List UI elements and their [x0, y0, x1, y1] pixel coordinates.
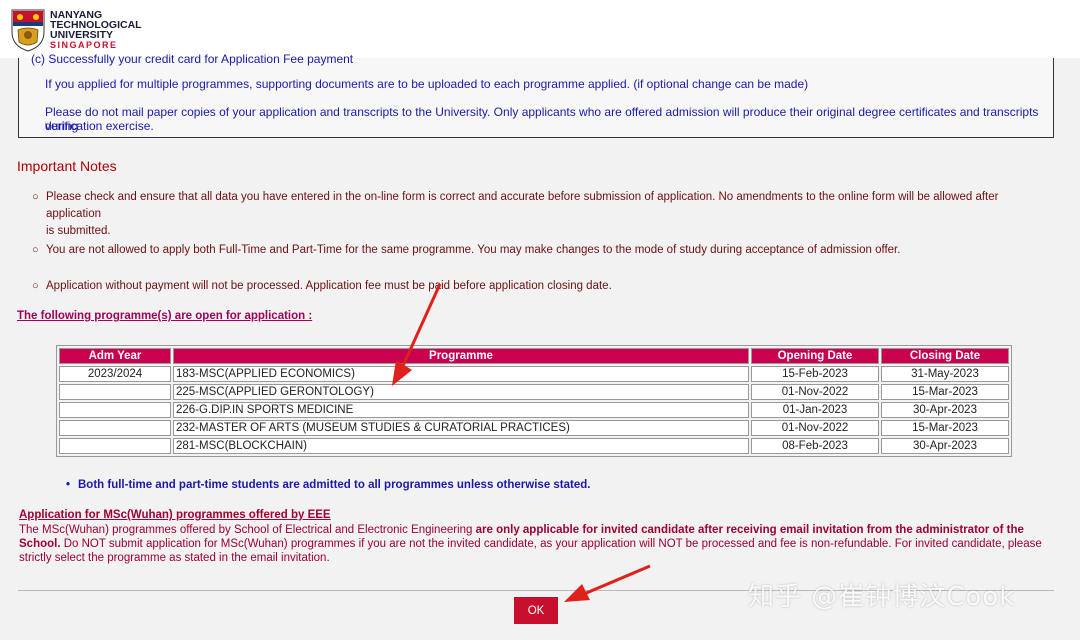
- wuhan-body: The MSc(Wuhan) programmes offered by Sch…: [19, 523, 1055, 565]
- ok-button[interactable]: OK: [514, 597, 558, 624]
- application-page: (c) Successfully your credit card for Ap…: [8, 52, 1062, 640]
- table-header-row: Adm Year Programme Opening Date Closing …: [59, 348, 1009, 364]
- table-row[interactable]: 226-G.DIP.IN SPORTS MEDICINE 01-Jan-2023…: [59, 402, 1009, 418]
- bullet-icon: •: [66, 479, 71, 491]
- cell-opening-date: 15-Feb-2023: [751, 366, 879, 382]
- note-text: is submitted.: [46, 225, 111, 237]
- cell-adm-year: [59, 438, 171, 454]
- cell-closing-date: 15-Mar-2023: [881, 420, 1009, 436]
- cell-closing-date: 30-Apr-2023: [881, 402, 1009, 418]
- cell-closing-date: 31-May-2023: [881, 366, 1009, 382]
- cell-opening-date: 01-Jan-2023: [751, 402, 879, 418]
- note-item: ○ Application without payment will not b…: [32, 278, 1056, 295]
- wuhan-text: The MSc(Wuhan) programmes offered by Sch…: [19, 524, 476, 536]
- mode-note-text: Both full-time and part-time students ar…: [78, 479, 591, 491]
- table-row[interactable]: 281-MSC(BLOCKCHAIN) 08-Feb-2023 30-Apr-2…: [59, 438, 1009, 454]
- cell-programme[interactable]: 226-G.DIP.IN SPORTS MEDICINE: [173, 402, 749, 418]
- cell-opening-date: 08-Feb-2023: [751, 438, 879, 454]
- bullet-icon: ○: [32, 244, 39, 256]
- mode-note: • Both full-time and part-time students …: [66, 479, 591, 491]
- cell-opening-date: 01-Nov-2022: [751, 384, 879, 400]
- cell-adm-year: 2023/2024: [59, 366, 171, 382]
- info-box: (c) Successfully your credit card for Ap…: [18, 52, 1054, 138]
- header-opening-date: Opening Date: [751, 348, 879, 364]
- cell-adm-year: [59, 402, 171, 418]
- info-cut-line: (c) Successfully your credit card for Ap…: [31, 52, 354, 66]
- cell-programme[interactable]: 183-MSC(APPLIED ECONOMICS): [173, 366, 749, 382]
- crest-icon: [11, 9, 45, 52]
- table-row[interactable]: 2023/2024 183-MSC(APPLIED ECONOMICS) 15-…: [59, 366, 1009, 382]
- header-adm-year: Adm Year: [59, 348, 171, 364]
- cell-programme[interactable]: 281-MSC(BLOCKCHAIN): [173, 438, 749, 454]
- header-closing-date: Closing Date: [881, 348, 1009, 364]
- wuhan-text: Do NOT submit application for MSc(Wuhan)…: [19, 538, 1042, 564]
- table-row[interactable]: 232-MASTER OF ARTS (MUSEUM STUDIES & CUR…: [59, 420, 1009, 436]
- note-text: Application without payment will not be …: [46, 280, 612, 292]
- cell-adm-year: [59, 384, 171, 400]
- note-text: You are not allowed to apply both Full-T…: [46, 244, 901, 256]
- table-row[interactable]: 225-MSC(APPLIED GERONTOLOGY) 01-Nov-2022…: [59, 384, 1009, 400]
- cell-programme[interactable]: 232-MASTER OF ARTS (MUSEUM STUDIES & CUR…: [173, 420, 749, 436]
- cell-programme[interactable]: 225-MSC(APPLIED GERONTOLOGY): [173, 384, 749, 400]
- header-programme: Programme: [173, 348, 749, 364]
- cell-closing-date: 30-Apr-2023: [881, 438, 1009, 454]
- bullet-icon: ○: [32, 191, 39, 203]
- info-line: verification exercise.: [45, 119, 154, 133]
- note-text: Please check and ensure that all data yo…: [46, 191, 999, 220]
- watermark: 知乎 @崔钟博汶Cook: [748, 582, 1016, 612]
- cell-opening-date: 01-Nov-2022: [751, 420, 879, 436]
- top-header: NANYANG TECHNOLOGICAL UNIVERSITY SINGAPO…: [0, 0, 1080, 58]
- cell-adm-year: [59, 420, 171, 436]
- info-line: Please do not mail paper copies of your …: [45, 105, 1039, 133]
- ntu-logo[interactable]: NANYANG TECHNOLOGICAL UNIVERSITY SINGAPO…: [10, 8, 142, 54]
- logo-text: NANYANG TECHNOLOGICAL UNIVERSITY SINGAPO…: [50, 10, 142, 50]
- cell-closing-date: 15-Mar-2023: [881, 384, 1009, 400]
- bullet-icon: ○: [32, 280, 39, 292]
- info-line: If you applied for multiple programmes, …: [45, 77, 809, 91]
- programmes-table: Adm Year Programme Opening Date Closing …: [56, 345, 1012, 457]
- note-item: ○ You are not allowed to apply both Full…: [32, 242, 1056, 259]
- logo-line: SINGAPORE: [50, 40, 118, 50]
- important-notes-title: Important Notes: [17, 158, 117, 174]
- open-programmes-link[interactable]: The following programme(s) are open for …: [17, 310, 312, 322]
- logo-line: UNIVERSITY: [50, 29, 114, 41]
- note-item: ○ Please check and ensure that all data …: [32, 189, 1056, 240]
- wuhan-title: Application for MSc(Wuhan) programmes of…: [19, 509, 331, 521]
